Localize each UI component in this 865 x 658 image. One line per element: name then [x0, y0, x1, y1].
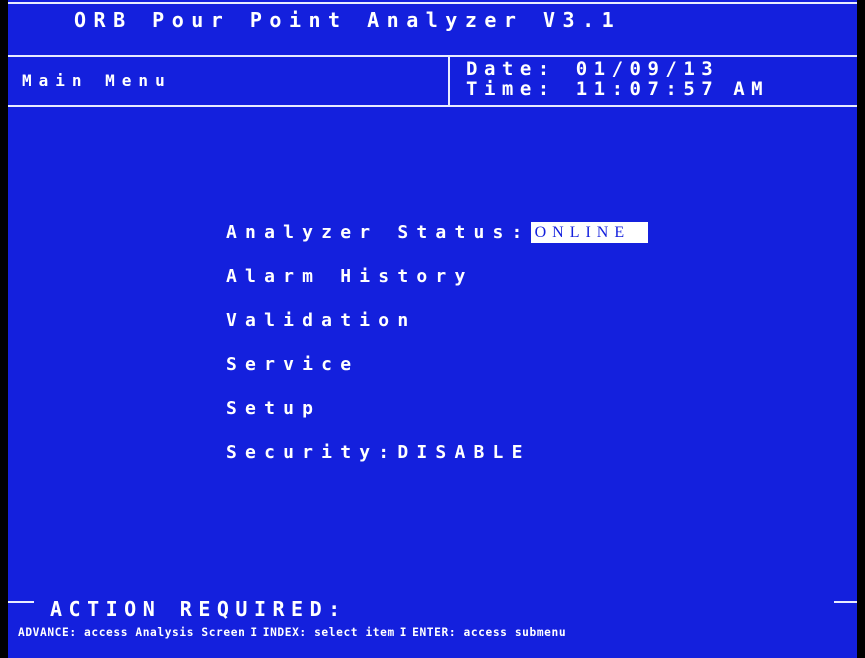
- analyzer-screen: ORB Pour Point Analyzer V3.1 Main Menu D…: [0, 0, 865, 658]
- date-row: Date: 01/09/13: [466, 58, 720, 80]
- action-required-label: ACTION REQUIRED:: [50, 597, 347, 621]
- date-value: 01/09/13: [575, 58, 720, 80]
- top-border: [8, 2, 857, 4]
- analyzer-status-label: Analyzer Status:: [226, 222, 531, 243]
- menu-item-service[interactable]: Service: [226, 354, 648, 398]
- app-title: ORB Pour Point Analyzer V3.1: [74, 8, 622, 32]
- monitor-bezel-left: [0, 0, 8, 658]
- help-enter: ENTER: access submenu: [412, 626, 567, 639]
- date-time-divider: [448, 56, 450, 106]
- help-index: INDEX: select item: [262, 626, 395, 639]
- help-separator: I: [399, 626, 408, 639]
- analyzer-status-value[interactable]: ONLINE: [530, 222, 649, 243]
- footer-left-tick: [8, 601, 34, 603]
- footer-right-tick: [834, 601, 857, 603]
- menu-item-analyzer-status[interactable]: Analyzer Status: ONLINE: [226, 222, 649, 266]
- key-help-bar: ADVANCE: access Analysis Screen I INDEX: s…: [18, 626, 566, 639]
- header-divider: [8, 55, 857, 57]
- help-advance: ADVANCE: access Analysis Screen: [18, 626, 246, 639]
- time-row: Time: 11:07:57 AM: [466, 78, 770, 100]
- menu-item-security[interactable]: Security:DISABLE: [226, 442, 648, 486]
- help-separator: I: [250, 626, 258, 639]
- security-label: Security:: [226, 442, 398, 463]
- menu-item-validation[interactable]: Validation: [226, 310, 648, 354]
- security-value: DISABLE: [397, 442, 531, 463]
- menu-name: Main Menu: [22, 71, 172, 90]
- menu-item-setup[interactable]: Setup: [226, 398, 648, 442]
- time-label: Time:: [466, 78, 556, 100]
- header-bottom-border: [8, 105, 857, 107]
- date-label: Date:: [466, 58, 556, 80]
- monitor-bezel-right: [857, 0, 865, 658]
- main-menu: Analyzer Status: ONLINE Alarm History Val…: [226, 222, 649, 486]
- menu-item-alarm-history[interactable]: Alarm History: [226, 266, 648, 310]
- time-value: 11:07:57: [575, 78, 720, 100]
- time-ampm: AM: [733, 78, 770, 100]
